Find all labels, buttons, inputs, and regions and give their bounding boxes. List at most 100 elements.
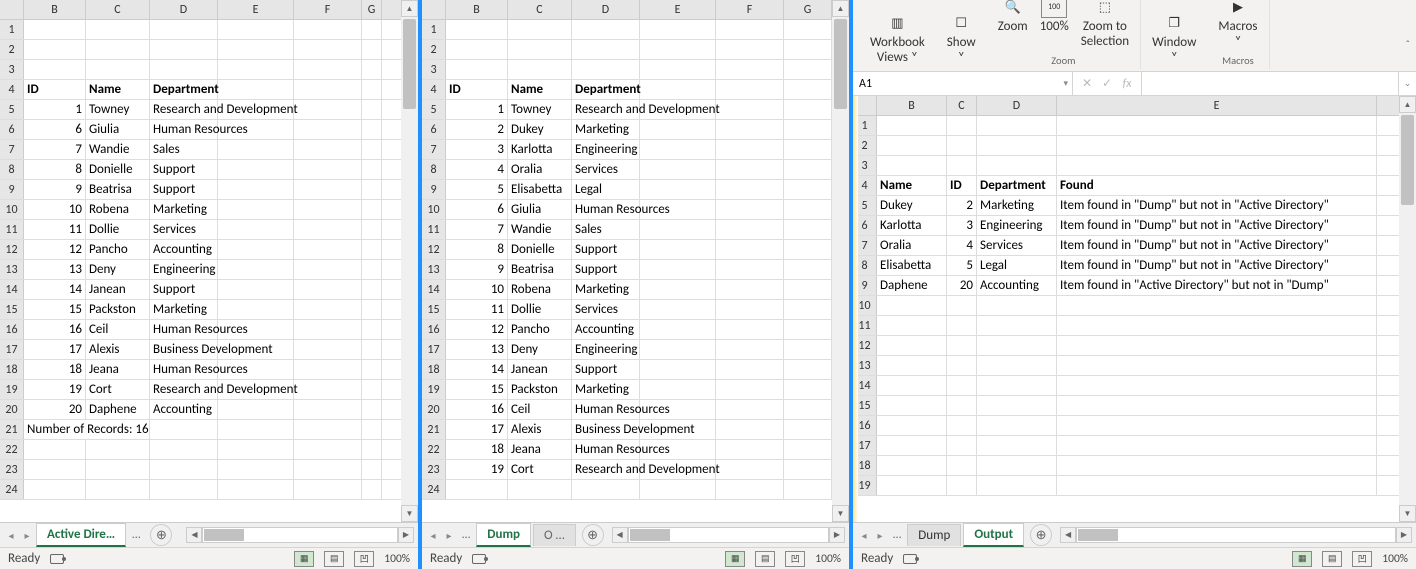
cell[interactable] (218, 280, 294, 299)
cell[interactable] (572, 20, 640, 39)
cell[interactable]: Legal (977, 256, 1057, 275)
cell[interactable] (508, 480, 572, 499)
cell[interactable] (362, 280, 382, 299)
cell[interactable]: Dukey (877, 196, 947, 215)
cell[interactable] (362, 180, 382, 199)
tab-output[interactable]: Output (963, 523, 1024, 547)
cell[interactable]: Deny (508, 340, 572, 359)
cell[interactable]: Support (150, 160, 218, 179)
cell[interactable]: Services (572, 300, 640, 319)
row-header[interactable]: 16 (0, 320, 24, 339)
cell[interactable]: Robena (86, 200, 150, 219)
row-header[interactable]: 8 (0, 160, 24, 179)
cell[interactable] (784, 120, 832, 139)
row-header[interactable]: 19 (0, 380, 24, 399)
cell[interactable] (218, 300, 294, 319)
cell[interactable] (1057, 116, 1377, 135)
expand-formula-icon[interactable]: ⌄ (1398, 72, 1416, 95)
cell[interactable] (218, 440, 294, 459)
row-header[interactable]: 7 (0, 140, 24, 159)
cell[interactable] (784, 460, 832, 479)
cell[interactable]: 5 (947, 256, 977, 275)
cell[interactable] (877, 396, 947, 415)
cell[interactable]: Daphene (86, 400, 150, 419)
cell[interactable]: ID (24, 80, 86, 99)
cell[interactable] (977, 456, 1057, 475)
row-header[interactable]: 20 (0, 400, 24, 419)
row-header[interactable]: 4 (0, 80, 24, 99)
cell[interactable] (150, 420, 218, 439)
row-header[interactable]: 11 (422, 220, 446, 239)
cell[interactable]: Engineering (572, 340, 640, 359)
cell[interactable]: 16 (446, 400, 508, 419)
cell[interactable] (294, 220, 362, 239)
vertical-scrollbar[interactable]: ▲ ▼ (1399, 96, 1416, 522)
cell[interactable] (947, 376, 977, 395)
cell[interactable]: Wandie (508, 220, 572, 239)
cell[interactable] (86, 60, 150, 79)
cell[interactable] (362, 120, 382, 139)
scroll-right-icon[interactable]: ▶ (398, 527, 414, 543)
cell[interactable]: Sales (572, 220, 640, 239)
cell[interactable] (218, 220, 294, 239)
cell[interactable] (362, 420, 382, 439)
cell[interactable]: 13 (446, 340, 508, 359)
zoom-level[interactable]: 100% (384, 552, 410, 566)
cell[interactable] (877, 116, 947, 135)
cell[interactable] (362, 20, 382, 39)
cell[interactable] (784, 240, 832, 259)
cell[interactable] (362, 220, 382, 239)
cell[interactable]: Business Development (150, 340, 218, 359)
window-button[interactable]: ❐Window ˅ (1149, 13, 1199, 67)
cell[interactable]: 13 (24, 260, 86, 279)
cell[interactable] (877, 136, 947, 155)
cell[interactable]: Item found in "Dump" but not in "Active … (1057, 236, 1377, 255)
cell[interactable] (640, 420, 716, 439)
cell[interactable] (218, 320, 294, 339)
tab-overflow-left[interactable]: … (889, 528, 905, 542)
view-pagebreak-icon[interactable]: 凹 (785, 551, 805, 567)
cell[interactable]: Cort (508, 460, 572, 479)
cell[interactable] (640, 300, 716, 319)
tab-nav-prev-icon[interactable]: ▸ (442, 528, 456, 542)
row-header[interactable]: 2 (422, 40, 446, 59)
formula-input[interactable] (1142, 72, 1398, 95)
cell[interactable]: Cort (86, 380, 150, 399)
cell[interactable]: Department (150, 80, 218, 99)
cell[interactable] (86, 440, 150, 459)
cell[interactable]: Services (572, 160, 640, 179)
cell[interactable] (977, 316, 1057, 335)
cell[interactable]: Engineering (572, 140, 640, 159)
cell[interactable] (716, 320, 784, 339)
cell[interactable]: 20 (24, 400, 86, 419)
cell[interactable] (640, 120, 716, 139)
cell[interactable]: 1 (446, 100, 508, 119)
cell[interactable]: Item found in "Dump" but not in "Active … (1057, 216, 1377, 235)
cell[interactable]: 4 (947, 236, 977, 255)
row-header[interactable]: 22 (422, 440, 446, 459)
cell[interactable] (947, 456, 977, 475)
tab-nav-first-icon[interactable]: ◂ (426, 528, 440, 542)
cell[interactable] (362, 260, 382, 279)
col-header-E[interactable]: E (1057, 96, 1377, 115)
row-header[interactable]: 10 (0, 200, 24, 219)
cell[interactable] (716, 240, 784, 259)
col-header-G[interactable]: G (362, 0, 382, 19)
cell[interactable]: 12 (24, 240, 86, 259)
cell[interactable] (784, 80, 832, 99)
cell[interactable] (508, 60, 572, 79)
cell[interactable]: Name (877, 176, 947, 195)
cell[interactable] (977, 416, 1057, 435)
cell[interactable] (877, 316, 947, 335)
row-header[interactable]: 13 (422, 260, 446, 279)
cell[interactable]: Marketing (150, 300, 218, 319)
cell[interactable] (977, 376, 1057, 395)
cell[interactable]: Beatrisa (508, 260, 572, 279)
cell[interactable] (716, 420, 784, 439)
view-pagebreak-icon[interactable]: 凹 (1352, 551, 1372, 567)
cell[interactable] (24, 20, 86, 39)
cell[interactable]: Human Resources (572, 440, 640, 459)
cell[interactable] (294, 280, 362, 299)
workbook-views-button[interactable]: ▥Workbook Views ˅ (867, 13, 928, 67)
cell[interactable]: Elisabetta (508, 180, 572, 199)
